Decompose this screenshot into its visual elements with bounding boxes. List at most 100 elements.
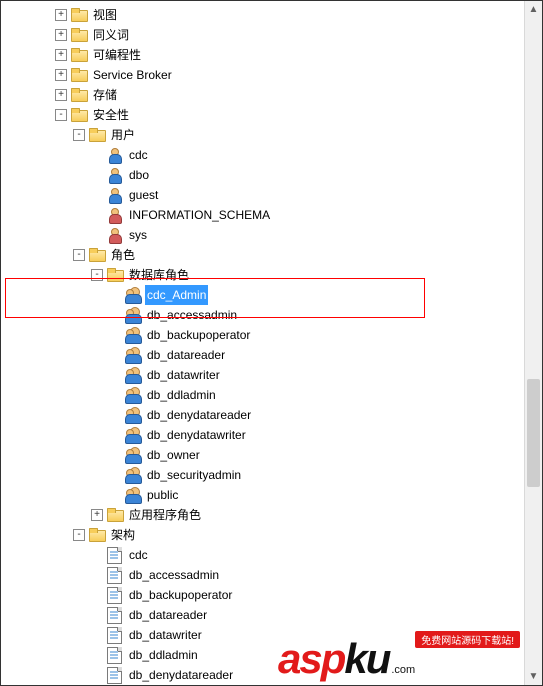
tree-item[interactable]: db_datareader — [1, 345, 524, 365]
tree-item-label[interactable]: 视图 — [91, 5, 119, 25]
role-icon — [125, 427, 141, 443]
expand-toggle[interactable]: + — [55, 9, 67, 21]
role-icon — [125, 387, 141, 403]
expand-toggle[interactable]: + — [55, 69, 67, 81]
tree-item[interactable]: + 同义词 — [1, 25, 524, 45]
tree-item[interactable]: - 数据库角色 — [1, 265, 524, 285]
logo-text-asp: asp — [278, 635, 344, 682]
scroll-up-button[interactable]: ▲ — [525, 1, 542, 18]
scroll-down-button[interactable]: ▼ — [525, 668, 542, 685]
tree-item-label[interactable]: cdc_Admin — [145, 285, 208, 305]
tree-item-label[interactable]: public — [145, 485, 180, 505]
tree-item[interactable]: db_accessadmin — [1, 565, 524, 585]
tree-item[interactable]: + Service Broker — [1, 65, 524, 85]
tree-item-label[interactable]: guest — [127, 185, 160, 205]
tree-item[interactable]: - 角色 — [1, 245, 524, 265]
expand-toggle[interactable]: + — [55, 29, 67, 41]
tree-item-label[interactable]: db_accessadmin — [127, 565, 221, 585]
folder-icon — [107, 507, 123, 523]
expand-toggle[interactable]: - — [73, 529, 85, 541]
role-icon — [125, 467, 141, 483]
user-icon — [107, 167, 123, 183]
tree-item-label[interactable]: db_backupoperator — [127, 585, 234, 605]
tree-item-label[interactable]: db_accessadmin — [145, 305, 239, 325]
expand-toggle[interactable]: - — [73, 249, 85, 261]
tree-item-label[interactable]: db_ddladmin — [145, 385, 218, 405]
tree-item[interactable]: sys — [1, 225, 524, 245]
tree-item-label[interactable]: INFORMATION_SCHEMA — [127, 205, 272, 225]
tree-item[interactable]: + 存储 — [1, 85, 524, 105]
tree-item-label[interactable]: db_datareader — [127, 605, 209, 625]
tree-item[interactable]: db_backupoperator — [1, 585, 524, 605]
tree-item-label[interactable]: dbo — [127, 165, 151, 185]
schema-icon — [107, 607, 123, 623]
tree-item-label[interactable]: cdc — [127, 145, 150, 165]
tree-item-label[interactable]: 架构 — [109, 525, 137, 545]
tree-item-label[interactable]: db_securityadmin — [145, 465, 243, 485]
tree-item[interactable]: cdc_Admin — [1, 285, 524, 305]
tree-item[interactable]: db_ddladmin — [1, 385, 524, 405]
tree-item-label[interactable]: 应用程序角色 — [127, 505, 203, 525]
tree-item[interactable]: - 安全性 — [1, 105, 524, 125]
tree-item[interactable]: db_owner — [1, 445, 524, 465]
user-icon — [107, 187, 123, 203]
tree-item[interactable]: cdc — [1, 145, 524, 165]
expand-toggle[interactable]: - — [73, 129, 85, 141]
expand-toggle[interactable]: - — [55, 109, 67, 121]
scroll-thumb[interactable] — [527, 379, 540, 487]
schema-icon — [107, 667, 123, 683]
watermark-logo: aspku.com 免费网站源码下载站! — [278, 635, 520, 683]
role-icon — [125, 487, 141, 503]
tree-item-label[interactable]: db_datawriter — [127, 625, 204, 645]
expand-toggle[interactable]: + — [55, 89, 67, 101]
tree-item-label[interactable]: 存储 — [91, 85, 119, 105]
tree-item-label[interactable]: 角色 — [109, 245, 137, 265]
schema-icon — [107, 587, 123, 603]
tree-item[interactable]: guest — [1, 185, 524, 205]
object-explorer-tree[interactable]: +视图+同义词+可编程性+Service Broker+存储-安全性-用户cdc… — [1, 1, 524, 685]
expand-toggle[interactable]: - — [91, 269, 103, 281]
folder-icon — [71, 107, 87, 123]
user-icon — [107, 207, 123, 223]
tree-item[interactable]: db_accessadmin — [1, 305, 524, 325]
tree-item[interactable]: public — [1, 485, 524, 505]
role-icon — [125, 367, 141, 383]
tree-item-label[interactable]: cdc — [127, 545, 150, 565]
folder-icon — [71, 87, 87, 103]
tree-item[interactable]: db_datareader — [1, 605, 524, 625]
schema-icon — [107, 547, 123, 563]
expand-toggle[interactable]: + — [91, 509, 103, 521]
tree-item[interactable]: INFORMATION_SCHEMA — [1, 205, 524, 225]
tree-item-label[interactable]: db_backupoperator — [145, 325, 252, 345]
tree-item-label[interactable]: 安全性 — [91, 105, 131, 125]
tree-item[interactable]: db_denydatawriter — [1, 425, 524, 445]
tree-item[interactable]: - 架构 — [1, 525, 524, 545]
tree-item-label[interactable]: db_owner — [145, 445, 202, 465]
tree-item-label[interactable]: db_datawriter — [145, 365, 222, 385]
tree-item-label[interactable]: db_denydatareader — [127, 665, 235, 685]
user-icon — [107, 227, 123, 243]
tree-item-label[interactable]: 用户 — [109, 125, 137, 145]
expand-toggle[interactable]: + — [55, 49, 67, 61]
tree-item-label[interactable]: sys — [127, 225, 149, 245]
tree-item[interactable]: db_securityadmin — [1, 465, 524, 485]
tree-item-label[interactable]: 可编程性 — [91, 45, 143, 65]
tree-item[interactable]: db_datawriter — [1, 365, 524, 385]
tree-item-label[interactable]: db_denydatawriter — [145, 425, 248, 445]
tree-item[interactable]: + 应用程序角色 — [1, 505, 524, 525]
tree-item-label[interactable]: 同义词 — [91, 25, 131, 45]
tree-item-label[interactable]: db_datareader — [145, 345, 227, 365]
vertical-scrollbar[interactable]: ▲ ▼ — [524, 1, 542, 685]
tree-item[interactable]: dbo — [1, 165, 524, 185]
tree-item-label[interactable]: 数据库角色 — [127, 265, 191, 285]
tree-item-label[interactable]: db_ddladmin — [127, 645, 200, 665]
tree-item-label[interactable]: db_denydatareader — [145, 405, 253, 425]
tree-item[interactable]: + 视图 — [1, 5, 524, 25]
tree-item[interactable]: db_denydatareader — [1, 405, 524, 425]
tree-item[interactable]: db_backupoperator — [1, 325, 524, 345]
tree-item-label[interactable]: Service Broker — [91, 65, 174, 85]
tree-item[interactable]: + 可编程性 — [1, 45, 524, 65]
role-icon — [125, 347, 141, 363]
tree-item[interactable]: cdc — [1, 545, 524, 565]
tree-item[interactable]: - 用户 — [1, 125, 524, 145]
